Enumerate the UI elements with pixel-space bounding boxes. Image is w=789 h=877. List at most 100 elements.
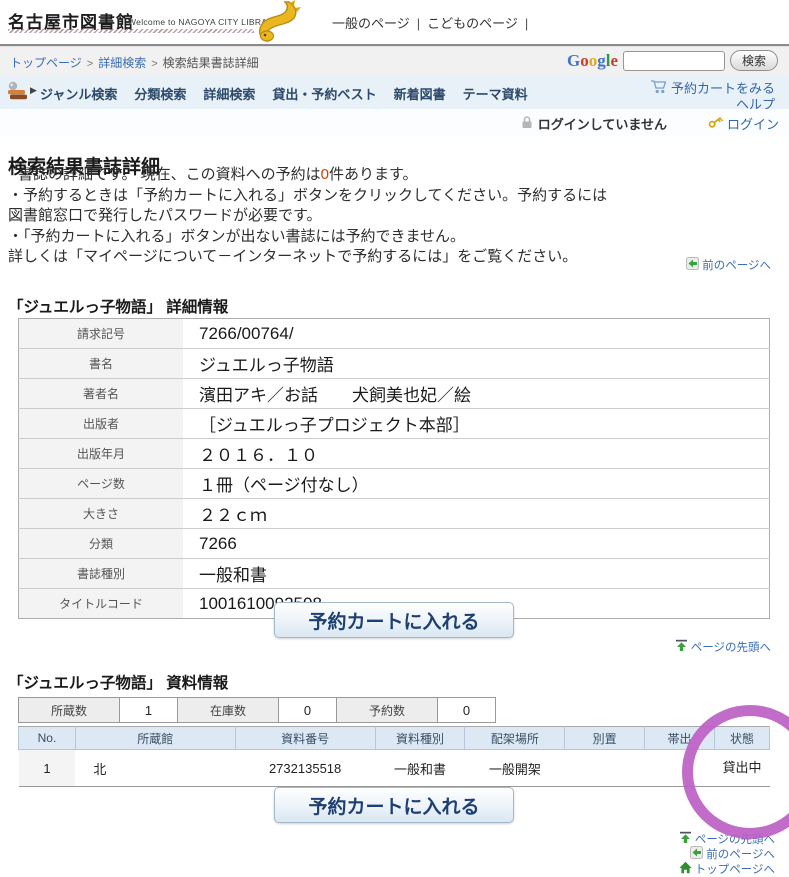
cart-icon	[650, 79, 667, 97]
footer-page-top-link[interactable]: ページの先頭へ	[679, 831, 775, 847]
page-top-icon	[679, 831, 692, 847]
footer-prev-page-link[interactable]: 前のページへ	[690, 846, 775, 862]
call-number-link[interactable]: 7266/00764/	[183, 319, 770, 349]
login-label: ログイン	[727, 114, 779, 133]
owned-count-value: 1	[120, 698, 178, 723]
nav-class-search[interactable]: 分類検索	[134, 84, 186, 103]
page-top-label: ページの先頭へ	[691, 639, 771, 655]
intro-line-2: ・予約するときは「予約カートに入れる」ボタンをクリックしてください。予約するには	[8, 186, 778, 207]
general-page-link[interactable]: 一般のページ	[332, 16, 410, 31]
publisher-link[interactable]: ［ジュエルっ子プロジェクト本部］	[183, 409, 770, 439]
biblio-type-value: 一般和書	[183, 559, 770, 589]
row-no: 1	[19, 750, 76, 787]
col-material-no: 資料番号	[235, 727, 375, 750]
row-label: 書名	[19, 349, 184, 379]
nav-detail-search[interactable]: 詳細検索	[203, 84, 255, 103]
nav-theme-materials[interactable]: テーマ資料	[463, 84, 528, 103]
intro-line-3: 図書館窓口で発行したパスワードが必要です。	[8, 206, 778, 227]
add-to-cart-button[interactable]: 予約カートに入れる	[274, 602, 514, 638]
holdings-table: No. 所蔵館 資料番号 資料種別 配架場所 別置 帯出 状態 1 北 2732…	[18, 726, 770, 787]
kids-page-link[interactable]: こどものページ	[427, 16, 518, 31]
login-status: ログインしていません	[521, 114, 667, 133]
row-shelf-location: 一般開架	[465, 750, 565, 787]
site-header: 名古屋市図書館 Welcome to NAGOYA CITY LIBRARY 一…	[0, 0, 789, 46]
holdings-summary-table: 所蔵数 1 在庫数 0 予約数 0	[18, 697, 496, 723]
footer-prev-page-label: 前のページへ	[706, 846, 775, 862]
table-row: 書誌種別一般和書	[19, 559, 770, 589]
table-row: 出版年月２０１６．１０	[19, 439, 770, 469]
col-status: 状態	[715, 727, 770, 750]
row-label: ページ数	[19, 469, 184, 499]
col-library: 所蔵館	[75, 727, 235, 750]
audience-links: 一般のページ | こどものページ |	[332, 13, 535, 32]
material-number-link[interactable]: 2732135518	[235, 750, 375, 787]
add-to-cart-button-bottom[interactable]: 予約カートに入れる	[274, 787, 514, 823]
footer-top-page-link[interactable]: トップページへ	[679, 861, 775, 877]
nav-loan-reserve-best[interactable]: 貸出・予約ベスト	[272, 84, 376, 103]
detail-table: 請求記号7266/00764/ 書名ジュエルっ子物語 著者名濱田アキ／お話 犬飼…	[18, 318, 770, 619]
col-no: No.	[19, 727, 76, 750]
title-underline-decoration	[8, 29, 254, 33]
col-shelf-location: 配架場所	[465, 727, 565, 750]
breadcrumb-top-page[interactable]: トップページ	[10, 56, 82, 70]
login-link[interactable]: ログイン	[708, 114, 779, 133]
table-row: 出版者［ジュエルっ子プロジェクト本部］	[19, 409, 770, 439]
row-material-type: 一般和書	[375, 750, 465, 787]
page-top-link[interactable]: ページの先頭へ	[675, 639, 771, 655]
breadcrumb-current: 検索結果書誌詳細	[163, 56, 259, 70]
status-on-loan: 貸出中	[715, 750, 770, 787]
table-row: 請求記号7266/00764/	[19, 319, 770, 349]
holdings-data-row: 1 北 2732135518 一般和書 一般開架 貸出中	[19, 750, 770, 787]
table-row: 分類7266	[19, 529, 770, 559]
table-row: 著者名濱田アキ／お話 犬飼美也妃／絵	[19, 379, 770, 409]
prev-page-icon	[690, 846, 703, 862]
reserve-count-value: 0	[438, 698, 496, 723]
author-link[interactable]: 濱田アキ／お話 犬飼美也妃／絵	[183, 379, 770, 409]
table-row: 書名ジュエルっ子物語	[19, 349, 770, 379]
link-separator: |	[525, 16, 528, 31]
login-bar: ログインしていません ログイン	[0, 109, 789, 136]
prev-page-link[interactable]: 前のページへ	[686, 257, 771, 273]
nav-new-books[interactable]: 新着図書	[394, 84, 446, 103]
classification-link[interactable]: 7266	[183, 529, 770, 559]
link-separator: |	[417, 16, 420, 31]
row-label: 書誌種別	[19, 559, 184, 589]
breadcrumb: トップページ > 詳細検索 > 検索結果書誌詳細	[10, 54, 259, 71]
books-icon	[6, 81, 30, 106]
shachihoko-logo-icon	[256, 0, 302, 49]
nav-links: ジャンル検索 分類検索 詳細検索 貸出・予約ベスト 新着図書 テーマ資料	[40, 84, 528, 103]
row-label: 分類	[19, 529, 184, 559]
lock-icon	[521, 115, 533, 132]
reservation-count: 0	[321, 166, 329, 183]
pub-date-value: ２０１６．１０	[183, 439, 770, 469]
row-loanable	[645, 750, 715, 787]
row-library: 北	[75, 750, 235, 787]
row-label: 大きさ	[19, 499, 184, 529]
holdings-header-row: No. 所蔵館 資料番号 資料種別 配架場所 別置 帯出 状態	[19, 727, 770, 750]
nav-caret-icon: ▶	[30, 85, 37, 96]
google-logo: Google	[567, 51, 618, 71]
prev-page-label: 前のページへ	[702, 257, 771, 273]
key-icon	[708, 115, 723, 132]
row-label: 請求記号	[19, 319, 184, 349]
table-row: ページ数１冊（ページ付なし）	[19, 469, 770, 499]
intro-line-1: 書誌の詳細です。 現在、この資料への予約は0件あります。	[8, 165, 778, 186]
login-status-text: ログインしていません	[538, 114, 667, 133]
google-search: Google 検索	[567, 50, 778, 71]
detail-section-heading: 「ジュエルっ子物語」 詳細情報	[8, 295, 228, 317]
google-search-input[interactable]	[623, 51, 725, 71]
breadcrumb-separator: >	[87, 58, 93, 70]
col-material-type: 資料種別	[375, 727, 465, 750]
intro-line-5: 詳しくは「マイページについて－インターネットで予約するには」をご覧ください。	[8, 247, 778, 268]
home-icon	[679, 861, 692, 877]
footer-top-page-label: トップページへ	[695, 861, 775, 877]
in-stock-label: 在庫数	[178, 698, 279, 723]
table-row: 大きさ２２ｃｍ	[19, 499, 770, 529]
google-search-button[interactable]: 検索	[730, 50, 778, 71]
breadcrumb-separator: >	[151, 58, 157, 70]
row-label: タイトルコード	[19, 589, 184, 619]
nav-genre-search[interactable]: ジャンル検索	[40, 84, 117, 103]
footer-page-top-label: ページの先頭へ	[695, 831, 775, 847]
row-separate	[565, 750, 645, 787]
breadcrumb-detail-search[interactable]: 詳細検索	[98, 56, 146, 70]
